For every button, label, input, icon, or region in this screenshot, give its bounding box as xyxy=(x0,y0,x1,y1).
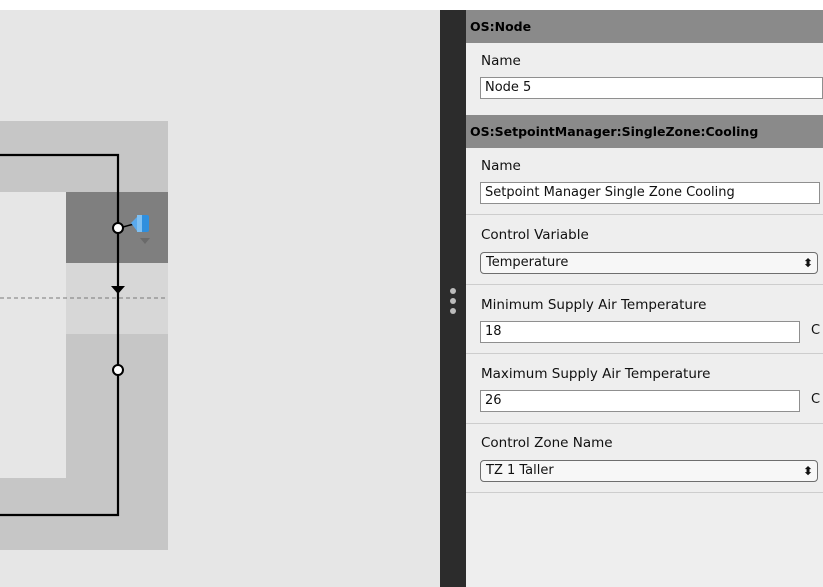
flow-arrow-icon xyxy=(111,286,125,294)
node-circle-lower xyxy=(112,364,124,376)
max-supply-air-temp-input[interactable]: 26 xyxy=(480,390,800,412)
loop-lines xyxy=(0,153,168,517)
separator xyxy=(466,492,823,493)
control-zone-value: TZ 1 Taller xyxy=(486,463,554,478)
control-variable-select[interactable]: Temperature ⬍ xyxy=(480,252,818,274)
control-variable-value: Temperature xyxy=(486,255,569,270)
spm-name-input[interactable]: Setpoint Manager Single Zone Cooling xyxy=(480,182,820,204)
splitter-handle-icon[interactable] xyxy=(448,288,458,322)
control-zone-select[interactable]: TZ 1 Taller ⬍ xyxy=(480,460,818,482)
hvac-loop-canvas[interactable] xyxy=(0,10,440,587)
min-temp-unit-label: C xyxy=(811,323,821,338)
select-arrows-icon: ⬍ xyxy=(802,256,813,270)
control-variable-label: Control Variable xyxy=(481,227,589,243)
separator xyxy=(466,284,823,285)
separator xyxy=(466,353,823,354)
setpoint-manager-icon xyxy=(131,215,150,244)
select-arrows-icon: ⬍ xyxy=(802,464,813,478)
spm-name-label: Name xyxy=(481,158,521,174)
max-temp-unit-label: C xyxy=(811,392,821,407)
node-name-input[interactable]: Node 5 xyxy=(480,77,823,99)
min-supply-air-temp-input[interactable]: 18 xyxy=(480,321,800,343)
spm-section-header: OS:SetpointManager:SingleZone:Cooling xyxy=(466,115,823,148)
loop-pipe xyxy=(0,153,120,517)
separator xyxy=(466,423,823,424)
node-section-header: OS:Node xyxy=(466,10,823,43)
max-supply-air-temp-label: Maximum Supply Air Temperature xyxy=(481,366,711,382)
inspector-panel: OS:Node Name Node 5 OS:SetpointManager:S… xyxy=(466,10,823,587)
min-supply-air-temp-label: Minimum Supply Air Temperature xyxy=(481,297,707,313)
separator xyxy=(466,214,823,215)
control-zone-name-label: Control Zone Name xyxy=(481,435,613,451)
node-name-label: Name xyxy=(481,53,521,69)
node-circle-upper xyxy=(112,222,124,234)
